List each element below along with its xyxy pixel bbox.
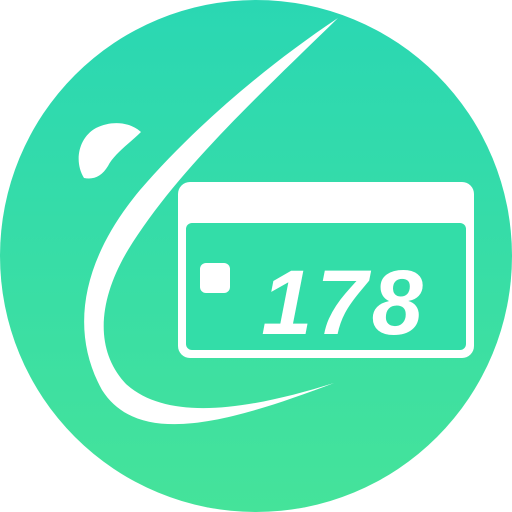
app-logo: 178 xyxy=(0,0,512,512)
logo-canvas: 178 xyxy=(0,0,512,512)
card-chip-icon xyxy=(200,263,230,293)
card-number-text: 178 xyxy=(261,252,427,354)
card-top-band xyxy=(186,192,466,214)
